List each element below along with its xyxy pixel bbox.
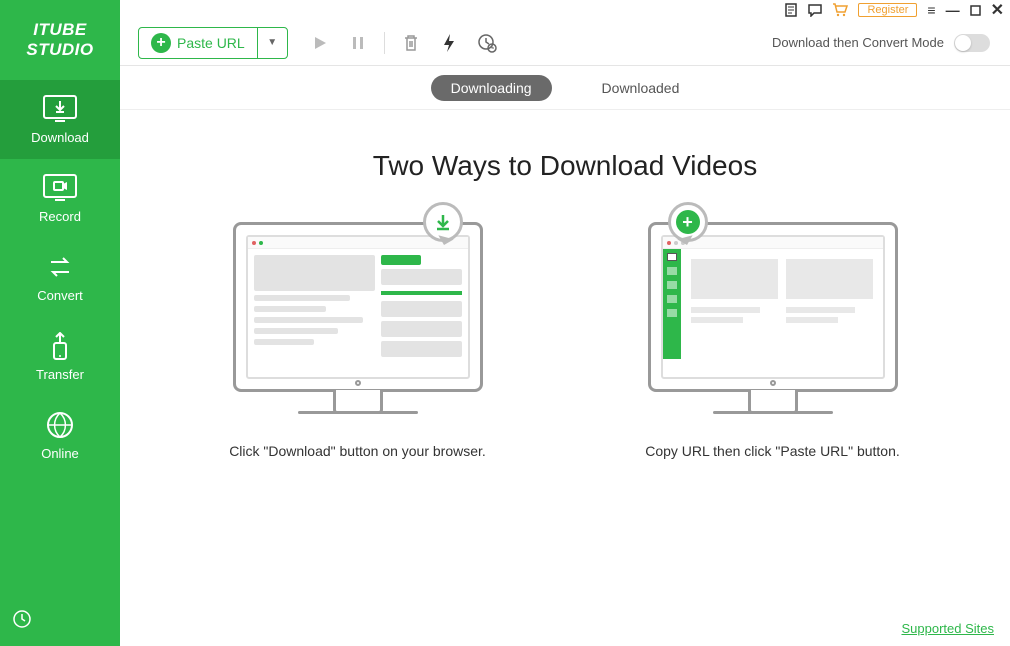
- convert-icon: [42, 252, 78, 282]
- method1-caption: Click "Download" button on your browser.: [229, 442, 486, 462]
- content-area: Two Ways to Download Videos: [120, 110, 1010, 646]
- cart-icon[interactable]: [832, 3, 848, 17]
- paste-url-label: Paste URL: [177, 35, 245, 51]
- transfer-icon: [42, 331, 78, 361]
- maximize-button[interactable]: [970, 5, 981, 16]
- method-browser-download: Click "Download" button on your browser.: [188, 222, 528, 462]
- turbo-button[interactable]: [433, 27, 465, 59]
- close-button[interactable]: ✕: [991, 0, 1004, 20]
- plus-icon: +: [151, 33, 171, 53]
- sidebar-item-online[interactable]: Online: [0, 396, 120, 475]
- sidebar-item-transfer[interactable]: Transfer: [0, 317, 120, 396]
- minimize-button[interactable]: —: [946, 2, 960, 18]
- feedback-icon[interactable]: [808, 3, 822, 17]
- tab-downloading[interactable]: Downloading: [431, 75, 552, 101]
- tab-downloaded[interactable]: Downloaded: [582, 75, 700, 101]
- sidebar-item-label: Record: [39, 209, 81, 224]
- tabs: Downloading Downloaded: [120, 66, 1010, 110]
- method2-caption: Copy URL then click "Paste URL" button.: [645, 442, 900, 462]
- sidebar-item-record[interactable]: Record: [0, 159, 120, 238]
- page-title: Two Ways to Download Videos: [150, 150, 980, 182]
- register-button[interactable]: Register: [858, 3, 917, 17]
- sidebar-item-label: Online: [41, 446, 79, 461]
- app-logo: ITUBE STUDIO: [0, 0, 120, 80]
- download-icon: [42, 94, 78, 124]
- titlebar: Register ≡ — ✕: [120, 0, 1010, 20]
- paste-url-button[interactable]: + Paste URL: [139, 28, 257, 58]
- history-button[interactable]: [0, 597, 120, 646]
- sidebar-item-convert[interactable]: Convert: [0, 238, 120, 317]
- notes-icon[interactable]: [784, 3, 798, 17]
- method-paste-url: +: [603, 222, 943, 462]
- sidebar-item-label: Download: [31, 130, 89, 145]
- paste-url-dropdown[interactable]: ▼: [257, 28, 287, 58]
- menu-icon[interactable]: ≡: [927, 2, 935, 18]
- sidebar-item-download[interactable]: Download: [0, 80, 120, 159]
- play-button[interactable]: [304, 27, 336, 59]
- clock-icon: [12, 609, 32, 629]
- supported-sites-link[interactable]: Supported Sites: [901, 621, 994, 636]
- schedule-button[interactable]: [471, 27, 503, 59]
- convert-mode-label: Download then Convert Mode: [772, 35, 944, 50]
- online-icon: [42, 410, 78, 440]
- delete-button[interactable]: [395, 27, 427, 59]
- plus-callout: +: [668, 202, 708, 242]
- sidebar: ITUBE STUDIO Download Record Convert Tra…: [0, 0, 120, 646]
- sidebar-item-label: Convert: [37, 288, 83, 303]
- record-icon: [42, 173, 78, 203]
- sidebar-item-label: Transfer: [36, 367, 84, 382]
- pause-button[interactable]: [342, 27, 374, 59]
- toolbar: + Paste URL ▼ Downlo: [120, 20, 1010, 66]
- download-arrow-callout: [423, 202, 463, 242]
- convert-mode-toggle[interactable]: [954, 34, 990, 52]
